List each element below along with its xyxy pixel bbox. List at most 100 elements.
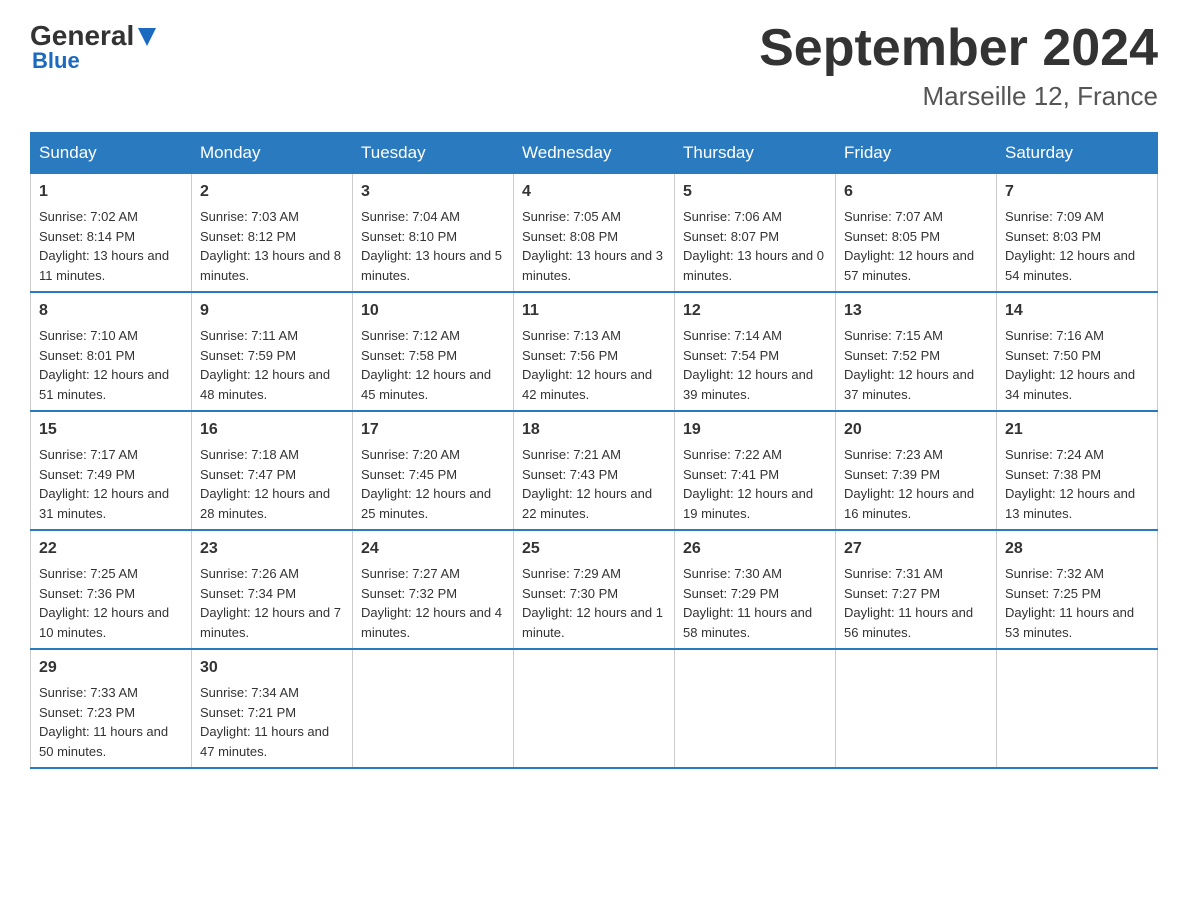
- sunset-text: Sunset: 8:03 PM: [1005, 229, 1101, 244]
- sunrise-text: Sunrise: 7:33 AM: [39, 685, 138, 700]
- sunset-text: Sunset: 8:10 PM: [361, 229, 457, 244]
- daylight-text: Daylight: 12 hours and 39 minutes.: [683, 367, 813, 402]
- day-number: 28: [1005, 537, 1149, 561]
- daylight-text: Daylight: 12 hours and 28 minutes.: [200, 486, 330, 521]
- sunrise-text: Sunrise: 7:15 AM: [844, 328, 943, 343]
- daylight-text: Daylight: 12 hours and 54 minutes.: [1005, 248, 1135, 283]
- sunrise-text: Sunrise: 7:06 AM: [683, 209, 782, 224]
- sunrise-text: Sunrise: 7:18 AM: [200, 447, 299, 462]
- daylight-text: Daylight: 12 hours and 22 minutes.: [522, 486, 652, 521]
- logo-triangle-icon: [138, 28, 156, 46]
- sunrise-text: Sunrise: 7:17 AM: [39, 447, 138, 462]
- calendar-cell: 15Sunrise: 7:17 AMSunset: 7:49 PMDayligh…: [31, 411, 192, 530]
- day-number: 30: [200, 656, 344, 680]
- day-number: 17: [361, 418, 505, 442]
- week-row-3: 15Sunrise: 7:17 AMSunset: 7:49 PMDayligh…: [31, 411, 1158, 530]
- day-number: 8: [39, 299, 183, 323]
- calendar-table: SundayMondayTuesdayWednesdayThursdayFrid…: [30, 132, 1158, 769]
- sunrise-text: Sunrise: 7:12 AM: [361, 328, 460, 343]
- sunset-text: Sunset: 7:58 PM: [361, 348, 457, 363]
- daylight-text: Daylight: 13 hours and 11 minutes.: [39, 248, 169, 283]
- sunrise-text: Sunrise: 7:22 AM: [683, 447, 782, 462]
- sunrise-text: Sunrise: 7:23 AM: [844, 447, 943, 462]
- sunset-text: Sunset: 7:36 PM: [39, 586, 135, 601]
- week-row-2: 8 Sunrise: 7:10 AM Sunset: 8:01 PM Daylight…: [31, 292, 1158, 411]
- sunset-text: Sunset: 7:29 PM: [683, 586, 779, 601]
- daylight-text: Daylight: 12 hours and 16 minutes.: [844, 486, 974, 521]
- daylight-text: Daylight: 13 hours and 0 minutes.: [683, 248, 824, 283]
- title-section: September 2024 Marseille 12, France: [759, 20, 1158, 112]
- sunset-text: Sunset: 7:25 PM: [1005, 586, 1101, 601]
- calendar-cell: 20Sunrise: 7:23 AMSunset: 7:39 PMDayligh…: [836, 411, 997, 530]
- daylight-text: Daylight: 13 hours and 3 minutes.: [522, 248, 663, 283]
- calendar-cell: [514, 649, 675, 768]
- sunrise-text: Sunrise: 7:02 AM: [39, 209, 138, 224]
- calendar-cell: 8Sunrise: 7:10 AMSunset: 8:01 PMDaylight…: [31, 292, 192, 411]
- sunrise-text: Sunrise: 7:24 AM: [1005, 447, 1104, 462]
- day-number: 10: [361, 299, 505, 323]
- sunset-text: Sunset: 8:01 PM: [39, 348, 135, 363]
- sunrise-text: Sunrise: 7:20 AM: [361, 447, 460, 462]
- sunrise-text: Sunrise: 7:30 AM: [683, 566, 782, 581]
- col-header-saturday: Saturday: [997, 133, 1158, 174]
- calendar-cell: 26 Sunrise: 7:30 AM Sunset: 7:29 PM Dayligh…: [675, 530, 836, 649]
- sunset-text: Sunset: 7:38 PM: [1005, 467, 1101, 482]
- sunrise-text: Sunrise: 7:07 AM: [844, 209, 943, 224]
- sunrise-text: Sunrise: 7:10 AM: [39, 328, 138, 343]
- sunrise-text: Sunrise: 7:25 AM: [39, 566, 138, 581]
- sunrise-text: Sunrise: 7:21 AM: [522, 447, 621, 462]
- sunrise-text: Sunrise: 7:34 AM: [200, 685, 299, 700]
- calendar-cell: 24Sunrise: 7:27 AMSunset: 7:32 PMDayligh…: [353, 530, 514, 649]
- week-row-5: 29Sunrise: 7:33 AMSunset: 7:23 PMDayligh…: [31, 649, 1158, 768]
- sunset-text: Sunset: 8:05 PM: [844, 229, 940, 244]
- day-number: 24: [361, 537, 505, 561]
- col-header-thursday: Thursday: [675, 133, 836, 174]
- daylight-text: Daylight: 11 hours and 58 minutes.: [683, 605, 812, 640]
- day-number: 7: [1005, 180, 1149, 204]
- sunset-text: Sunset: 7:34 PM: [200, 586, 296, 601]
- daylight-text: Daylight: 11 hours and 53 minutes.: [1005, 605, 1134, 640]
- sunset-text: Sunset: 8:08 PM: [522, 229, 618, 244]
- sunrise-text: Sunrise: 7:29 AM: [522, 566, 621, 581]
- daylight-text: Daylight: 11 hours and 50 minutes.: [39, 724, 168, 759]
- day-number: 15: [39, 418, 183, 442]
- day-number: 9: [200, 299, 344, 323]
- calendar-cell: 22Sunrise: 7:25 AMSunset: 7:36 PMDayligh…: [31, 530, 192, 649]
- sunset-text: Sunset: 7:30 PM: [522, 586, 618, 601]
- sunrise-text: Sunrise: 7:27 AM: [361, 566, 460, 581]
- daylight-text: Daylight: 12 hours and 45 minutes.: [361, 367, 491, 402]
- daylight-text: Daylight: 12 hours and 37 minutes.: [844, 367, 974, 402]
- day-number: 3: [361, 180, 505, 204]
- sunset-text: Sunset: 7:50 PM: [1005, 348, 1101, 363]
- sunset-text: Sunset: 8:07 PM: [683, 229, 779, 244]
- calendar-cell: 1 Sunrise: 7:02 AM Sunset: 8:14 PM Daylight…: [31, 174, 192, 293]
- sunrise-text: Sunrise: 7:09 AM: [1005, 209, 1104, 224]
- daylight-text: Daylight: 12 hours and 34 minutes.: [1005, 367, 1135, 402]
- day-number: 18: [522, 418, 666, 442]
- day-number: 1: [39, 180, 183, 204]
- sunrise-text: Sunrise: 7:32 AM: [1005, 566, 1104, 581]
- calendar-cell: 2Sunrise: 7:03 AMSunset: 8:12 PMDaylight…: [192, 174, 353, 293]
- sunset-text: Sunset: 7:52 PM: [844, 348, 940, 363]
- calendar-cell: 11Sunrise: 7:13 AMSunset: 7:56 PMDayligh…: [514, 292, 675, 411]
- sunset-text: Sunset: 7:59 PM: [200, 348, 296, 363]
- sunset-text: Sunset: 7:39 PM: [844, 467, 940, 482]
- sunset-text: Sunset: 8:14 PM: [39, 229, 135, 244]
- sunrise-text: Sunrise: 7:05 AM: [522, 209, 621, 224]
- logo-blue-text: Blue: [32, 48, 80, 74]
- daylight-text: Daylight: 12 hours and 31 minutes.: [39, 486, 169, 521]
- sunset-text: Sunset: 7:21 PM: [200, 705, 296, 720]
- location-title: Marseille 12, France: [759, 81, 1158, 112]
- col-header-friday: Friday: [836, 133, 997, 174]
- calendar-cell: 30Sunrise: 7:34 AMSunset: 7:21 PMDayligh…: [192, 649, 353, 768]
- daylight-text: Daylight: 13 hours and 8 minutes.: [200, 248, 341, 283]
- day-number: 5: [683, 180, 827, 204]
- day-number: 26: [683, 537, 827, 561]
- day-number: 16: [200, 418, 344, 442]
- logo: General Blue: [30, 20, 156, 74]
- sunset-text: Sunset: 8:12 PM: [200, 229, 296, 244]
- daylight-text: Daylight: 12 hours and 13 minutes.: [1005, 486, 1135, 521]
- calendar-cell: 23Sunrise: 7:26 AMSunset: 7:34 PMDayligh…: [192, 530, 353, 649]
- calendar-cell: [353, 649, 514, 768]
- calendar-cell: 12Sunrise: 7:14 AMSunset: 7:54 PMDayligh…: [675, 292, 836, 411]
